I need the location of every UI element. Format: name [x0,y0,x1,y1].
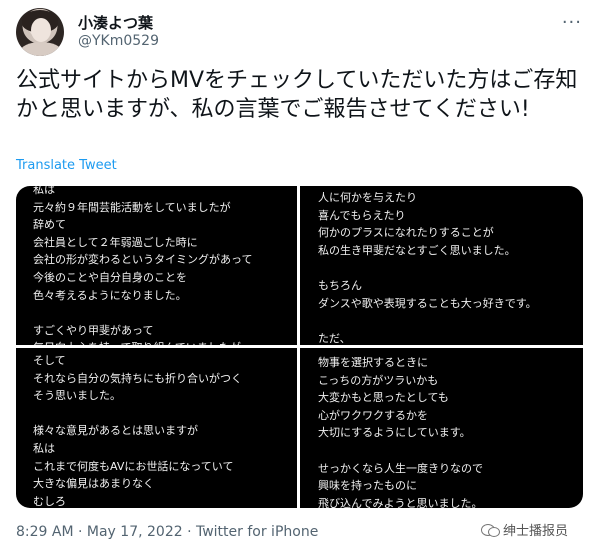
author-display-name[interactable]: 小湊よつ葉 [78,12,153,33]
media-text-line: 辞めて [33,218,66,232]
media-text-line: 私は [33,441,55,455]
avatar-shoulder [20,42,62,56]
media-text-line: 物事を選択するときに [318,356,428,369]
more-options-icon[interactable]: ··· [562,12,582,33]
media-text-line: 色々考えるようになりました。 [33,288,187,302]
media-text-line: 様々な意見があるとは思いますが [33,424,198,438]
media-text-line [33,405,242,423]
tweet-timestamp[interactable]: 8:29 AM · May 17, 2022 · Twitter for iPh… [16,524,318,540]
media-image-4-text: 物事を選択するときに こっちの方がツラいかも 大変かもと思ったとしても 心がワクワクす… [318,354,483,508]
media-text-line: 今後のことや自分自身のことを [33,270,187,284]
tweet-text: 公式サイトからMVをチェックしていただいた方はご存知かと思いますが、私の言葉でご… [16,68,578,122]
media-text-line: そして [33,354,66,367]
translate-tweet-link[interactable]: Translate Tweet [16,158,117,173]
media-text-line: むしろ [33,494,66,508]
media-text-line: それなら自分の気持ちにも折り合いがつく [33,371,242,385]
media-text-line: 大きな偏見はあまりなく [33,477,154,491]
watermark-label: 绅士播报员 [503,524,569,539]
media-text-line [318,259,537,277]
media-text-line: 私は [33,186,55,196]
media-text-line: 何かのプラスになれたりすることが [318,226,494,240]
media-image-3[interactable]: そしてそれなら自分の気持ちにも折り合いがつく そう思いました。様々な意見があるとは… [16,348,297,508]
media-text-line: 人に何かを与えたり [318,191,417,204]
media-text-line: 心がワクワクするかを [318,408,428,422]
media-image-2-text: 人に何かを与えたり 喜んでもらえたり何かのプラスになれたりすることが私の生き甲斐だ… [318,189,537,345]
media-text-line: もちろん [318,278,362,292]
media-text-line: 私の生き甲斐だなとすごく思いました。 [318,243,516,257]
media-image-4[interactable]: 物事を選択するときに こっちの方がツラいかも 大変かもと思ったとしても 心がワクワクす… [300,348,583,508]
media-text-line: 会社の形が変わるというタイミングがあって [33,253,253,267]
media-text-line: 毎日向上心を持って取り組んでいましたが [33,339,252,345]
media-text-line: そう思いました。 [33,389,121,403]
media-text-line [318,442,483,460]
media-text-line: 大切にするようにしています。 [318,426,471,440]
avatar-face [31,18,51,42]
media-text-line: 会社員として２年弱過ごした時に [33,235,198,249]
avatar[interactable] [16,8,64,56]
media-image-2[interactable]: 人に何かを与えたり 喜んでもらえたり何かのプラスになれたりすることが私の生き甲斐だ… [300,186,583,345]
media-text-line: すごくやり甲斐があって [33,323,154,337]
media-text-line [318,312,537,330]
media-text-line [33,304,252,322]
media-text-line: これまで何度もAVにお世話になっていて [33,459,234,473]
media-text-line: 飛び込んでみようと思いました。 [318,496,483,508]
media-text-line: ダンスや歌や表現することも大っ好きです。 [318,296,537,310]
media-text-line: 大変かもと思ったとしても [318,391,449,405]
media-text-line: 元々約９年間芸能活動をしていましたが [33,200,231,214]
media-image-1[interactable]: 私は元々約９年間芸能活動をしていましたが 辞めて会社員として２年弱過ごした時に会社… [16,186,297,345]
tweet-media-grid: 私は 元々約９年間芸能活動をしていましたが 辞めて 会社員として２年弱過ごした時に 会社… [16,186,583,508]
media-text-line: 喜んでもらえたり [318,208,406,222]
media-image-1-text: 私は元々約９年間芸能活動をしていましたが 辞めて会社員として２年弱過ごした時に会社… [33,186,252,345]
media-text-line: こっちの方がツラいかも [318,373,439,387]
media-text-line: 興味を持ったものに [318,479,417,493]
tweet-card: 小湊よつ葉 @YKm0529 ··· 公式サイトからMVをチェックしていただいた… [0,0,600,557]
media-text-line: ただ、 [318,331,351,345]
watermark: 绅士播报员 [481,520,568,539]
tweet-header: 小湊よつ葉 @YKm0529 ··· [16,8,588,58]
author-handle[interactable]: @YKm0529 [78,33,159,49]
media-text-line: せっかくなら人生一度きりなので [318,461,483,475]
wechat-icon [481,523,500,537]
media-image-3-text: そしてそれなら自分の気持ちにも折り合いがつく そう思いました。様々な意見があるとは… [33,352,242,508]
